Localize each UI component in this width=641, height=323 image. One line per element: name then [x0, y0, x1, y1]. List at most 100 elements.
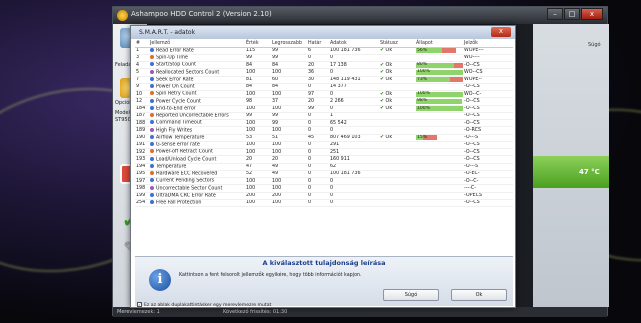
dialog-title-bar: S.M.A.R.T. - adatok x	[131, 26, 515, 39]
cell-worst: 99	[271, 54, 307, 63]
info-icon: i	[149, 269, 171, 291]
cell-value: 100	[245, 148, 271, 157]
table-row[interactable]: 195 Hardware ECC Recovered 52 49 0 100 181 73…	[135, 170, 513, 179]
cell-data: 807 469 103	[329, 134, 379, 142]
cell-id: 199	[135, 192, 149, 200]
cell-worst: 84	[271, 61, 307, 70]
table-row[interactable]: 3 Spin-Up Time 99 99 0 0 WO----	[135, 54, 513, 63]
cell-worst: 99	[271, 119, 307, 128]
column-header[interactable]: #	[135, 40, 149, 48]
table-row[interactable]: 10 Spin Retry Count 100 100 97 0 ✔ Ok 100% WO--C…	[135, 90, 513, 99]
cell-worst: 100	[271, 177, 307, 186]
minimize-button[interactable]: –	[547, 8, 563, 20]
smart-table: # Jellemző Érték Legrosszabb Határ Adato…	[135, 40, 513, 208]
attribute-icon	[150, 156, 154, 161]
model-label: Modell	[115, 110, 132, 116]
cell-data: 100 181 736	[329, 170, 379, 179]
column-header[interactable]: Legrosszabb	[271, 40, 307, 48]
cell-name: End-to-End error	[149, 105, 245, 113]
cell-flags: -O--CS	[463, 199, 513, 208]
cell-worst: 99	[271, 47, 307, 55]
table-row[interactable]: 184 End-to-End error 100 100 99 0 ✔ Ok 100% -O--…	[135, 105, 513, 113]
cell-threshold: 20	[307, 97, 329, 106]
dialog-title: S.M.A.R.T. - adatok	[139, 29, 196, 36]
table-row[interactable]: 198 Uncorrectable Sector Count 100 100 0 0 ---…	[135, 184, 513, 193]
table-row[interactable]: 190 Airflow Temperature 53 51 45 807 469 103 ✔…	[135, 134, 513, 142]
table-row[interactable]: 199 UltraDMA CRC Error Rate 200 200 0 0 -OPECS	[135, 192, 513, 200]
cell-threshold: 0	[307, 163, 329, 171]
cell-status	[379, 184, 415, 193]
cell-condition	[415, 141, 463, 150]
attribute-name: Reallocated Sectors Count	[156, 70, 220, 76]
cell-threshold: 99	[307, 105, 329, 113]
help-label[interactable]: Súgó	[588, 42, 601, 48]
cell-condition	[415, 112, 463, 121]
checkbox-row[interactable]: ✓ Ez az ablak duplakattintásker egy merev…	[137, 302, 271, 308]
cell-status	[379, 155, 415, 164]
table-row[interactable]: 193 Load/Unload Cycle Count 20 20 0 160 911 -O…	[135, 155, 513, 164]
table-row[interactable]: 4 Start/Stop Count 84 84 20 17 138 ✔ Ok 80% -O--…	[135, 61, 513, 70]
table-row[interactable]: 188 Command Timeout 100 99 0 65 542 -O--CS	[135, 119, 513, 128]
cell-condition: 80%	[415, 61, 463, 70]
table-row[interactable]: 12 Power Cycle Count 98 37 20 2 266 ✔ Ok 98% -O-…	[135, 97, 513, 106]
column-header[interactable]: Adatok	[329, 40, 379, 48]
column-header[interactable]: Határ	[307, 40, 329, 48]
description-panel: A kiválasztott tulajdonság leírása i Kat…	[135, 256, 513, 306]
cell-id: 10	[135, 90, 149, 99]
column-header[interactable]: Státusz	[379, 40, 415, 48]
checkbox[interactable]: ✓	[137, 302, 142, 307]
table-row[interactable]: 191 G-sense error rate 100 100 0 291 -O--CS	[135, 141, 513, 150]
cell-condition: 100%	[415, 68, 463, 77]
cell-data: 62	[329, 163, 379, 171]
table-row[interactable]: 197 Current Pending Sectors 100 100 0 0 -O--C-	[135, 177, 513, 186]
table-row[interactable]: 254 Free Fall Protection 100 100 0 0 -O--CS	[135, 199, 513, 208]
cell-value: 53	[245, 134, 271, 142]
table-row[interactable]: 187 Reported Uncorrectable Errors 99 99 0 1 -O…	[135, 112, 513, 121]
attribute-name: Load/Unload Cycle Count	[156, 157, 217, 163]
help-button[interactable]: Súgó	[383, 289, 439, 301]
column-header[interactable]: Állapot	[415, 40, 463, 48]
cell-data: 160 911	[329, 155, 379, 164]
attribute-name: End-to-End error	[156, 106, 196, 112]
table-row[interactable]: 192 Power-off Retract Count 100 100 0 251 -O--…	[135, 148, 513, 157]
cell-id: 187	[135, 112, 149, 121]
attribute-icon	[150, 163, 154, 168]
cell-flags: -O--CS	[463, 97, 513, 106]
close-button[interactable]: x	[581, 8, 603, 20]
condition-bar: 15%	[416, 135, 463, 141]
cell-status: ✔ Ok	[379, 134, 415, 142]
table-row[interactable]: 9 Power On Count 84 84 0 14 377 -O--CS	[135, 83, 513, 92]
cell-flags: -O-EC-	[463, 170, 513, 179]
cell-id: 5	[135, 68, 149, 77]
maximize-button[interactable]: □	[564, 8, 580, 20]
table-row[interactable]: 1 Read Error Rate 115 99 6 100 181 736 ✔ Ok 56%…	[135, 47, 513, 55]
cell-worst: 100	[271, 184, 307, 193]
table-row[interactable]: 194 Temperature 47 49 0 62 -O---S	[135, 163, 513, 171]
dialog-close-button[interactable]: x	[491, 27, 511, 37]
cell-flags: WOPE---	[463, 47, 513, 55]
cell-id: 184	[135, 105, 149, 113]
table-row[interactable]: 189 High Fly Writes 100 100 0 0 -O-RCS	[135, 126, 513, 135]
cell-worst: 100	[271, 105, 307, 113]
table-row[interactable]: 5 Reallocated Sectors Count 100 100 36 0 ✔ Ok 1…	[135, 68, 513, 77]
attribute-icon	[150, 62, 154, 67]
column-header[interactable]: Jelzők	[463, 40, 513, 48]
cell-flags: -O--CS	[463, 141, 513, 150]
column-header[interactable]: Érték	[245, 40, 271, 48]
cell-data: 17 138	[329, 61, 379, 70]
cell-name: High Fly Writes	[149, 126, 245, 135]
condition-percent: 100%	[417, 69, 430, 75]
status-disks: Merevlemezek: 1	[117, 309, 160, 315]
cell-value: 100	[245, 177, 271, 186]
ok-button[interactable]: Ok	[451, 289, 507, 301]
window-title: Ashampoo HDD Control 2 (Version 2.10)	[131, 10, 272, 18]
cell-value: 100	[245, 105, 271, 113]
condition-percent: 80%	[417, 62, 428, 68]
table-row[interactable]: 7 Seek Error Rate 81 60 30 148 119 431 ✔ Ok 73%…	[135, 76, 513, 84]
attribute-icon	[150, 134, 154, 139]
column-header[interactable]: Jellemző	[149, 40, 245, 48]
cell-flags: -O---S	[463, 163, 513, 171]
cell-worst: 60	[271, 76, 307, 84]
attribute-icon	[150, 98, 154, 103]
cell-worst: 37	[271, 97, 307, 106]
